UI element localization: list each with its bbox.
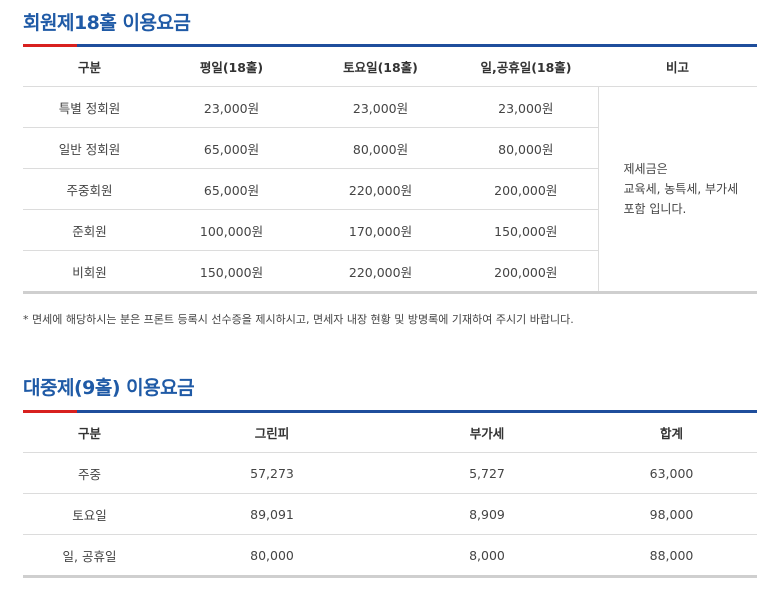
row-greenfee: 89,091 bbox=[156, 493, 388, 535]
row-total: 88,000 bbox=[586, 534, 757, 578]
header-greenfee: 그린피 bbox=[156, 413, 388, 453]
row-category: 토요일 bbox=[23, 493, 156, 535]
section1-title: 회원제18홀 이용요금 bbox=[23, 12, 191, 34]
row-greenfee: 57,273 bbox=[156, 452, 388, 494]
header-saturday: 토요일(18홀) bbox=[307, 47, 454, 87]
header-category: 구분 bbox=[23, 413, 156, 453]
row-holiday-fee: 150,000원 bbox=[454, 209, 598, 251]
row-saturday-fee: 220,000원 bbox=[307, 250, 454, 294]
row-holiday-fee: 23,000원 bbox=[454, 86, 598, 128]
row-holiday-fee: 200,000원 bbox=[454, 168, 598, 210]
table-row: 주중 57,273 5,727 63,000 bbox=[23, 452, 757, 494]
row-vat: 8,000 bbox=[388, 534, 586, 578]
row-vat: 5,727 bbox=[388, 452, 586, 494]
header-total: 합계 bbox=[586, 413, 757, 453]
table-header-row: 구분 평일(18홀) 토요일(18홀) 일,공휴일(18홀) 비고 bbox=[23, 47, 757, 87]
header-category: 구분 bbox=[23, 47, 156, 87]
tax-note-line: 제세금은 bbox=[623, 162, 668, 176]
row-category: 주중회원 bbox=[23, 168, 156, 210]
table-row: 토요일 89,091 8,909 98,000 bbox=[23, 493, 757, 535]
row-saturday-fee: 23,000원 bbox=[307, 86, 454, 128]
tax-note: 제세금은 교육세, 농특세, 부가세 포함 입니다. bbox=[597, 86, 757, 294]
row-greenfee: 80,000 bbox=[156, 534, 388, 578]
row-saturday-fee: 170,000원 bbox=[307, 209, 454, 251]
row-weekday-fee: 100,000원 bbox=[156, 209, 307, 251]
row-total: 98,000 bbox=[586, 493, 757, 535]
header-vat: 부가세 bbox=[388, 413, 586, 453]
row-weekday-fee: 65,000원 bbox=[156, 168, 307, 210]
row-holiday-fee: 200,000원 bbox=[454, 250, 598, 294]
row-category: 준회원 bbox=[23, 209, 156, 251]
row-category: 일반 정회원 bbox=[23, 127, 156, 169]
table-row: 일, 공휴일 80,000 8,000 88,000 bbox=[23, 534, 757, 578]
row-category: 특별 정회원 bbox=[23, 86, 156, 128]
tax-note-line: 교육세, 농특세, 부가세 bbox=[623, 182, 739, 196]
row-saturday-fee: 220,000원 bbox=[307, 168, 454, 210]
row-category: 일, 공휴일 bbox=[23, 534, 156, 578]
row-weekday-fee: 23,000원 bbox=[156, 86, 307, 128]
tax-note-line: 포함 입니다. bbox=[623, 202, 687, 216]
header-note: 비고 bbox=[598, 47, 757, 87]
row-category: 비회원 bbox=[23, 250, 156, 294]
row-weekday-fee: 65,000원 bbox=[156, 127, 307, 169]
header-weekday: 평일(18홀) bbox=[156, 47, 307, 87]
membership-fee-table: 구분 평일(18홀) 토요일(18홀) 일,공휴일(18홀) 비고 특별 정회원… bbox=[23, 47, 757, 294]
row-total: 63,000 bbox=[586, 452, 757, 494]
public-course-fee-table: 구분 그린피 부가세 합계 주중 57,273 5,727 63,000 토요일… bbox=[23, 413, 757, 578]
header-holiday: 일,공휴일(18홀) bbox=[454, 47, 598, 87]
table-header-row: 구분 그린피 부가세 합계 bbox=[23, 413, 757, 453]
row-holiday-fee: 80,000원 bbox=[454, 127, 598, 169]
row-weekday-fee: 150,000원 bbox=[156, 250, 307, 294]
row-saturday-fee: 80,000원 bbox=[307, 127, 454, 169]
row-category: 주중 bbox=[23, 452, 156, 494]
row-vat: 8,909 bbox=[388, 493, 586, 535]
section2-title: 대중제(9홀) 이용요금 bbox=[23, 377, 195, 399]
tax-exemption-footnote: * 면세에 해당하시는 분은 프론트 등록시 선수증을 제시하시고, 면세자 내… bbox=[23, 313, 574, 326]
table-row: 특별 정회원 23,000원 23,000원 23,000원 제세금은 교육세,… bbox=[23, 86, 757, 294]
